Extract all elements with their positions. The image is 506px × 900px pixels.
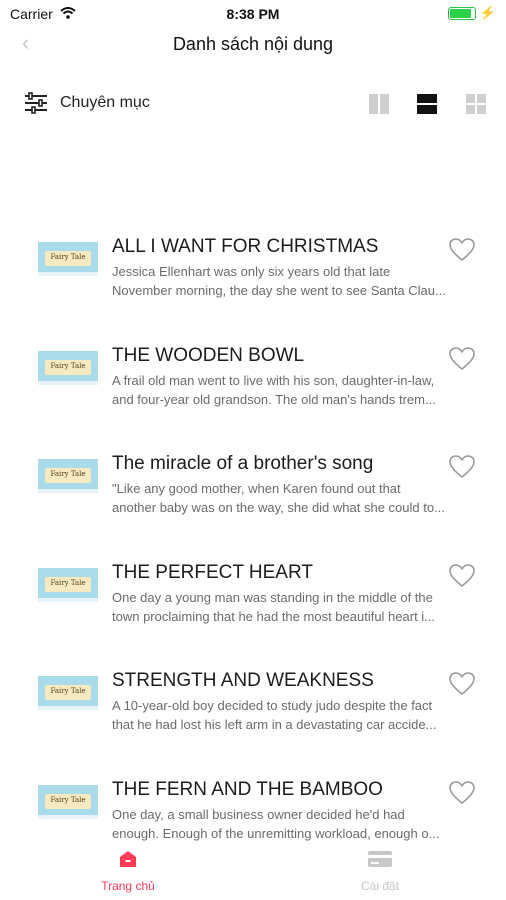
story-excerpt-line1: One day, a small business owner decided … bbox=[112, 806, 405, 822]
favorite-heart-icon[interactable] bbox=[449, 780, 475, 805]
status-bar: Carrier 8:38 PM ⚡ bbox=[0, 0, 506, 28]
story-excerpt-line2: enough. Enough of the unremitting worklo… bbox=[112, 825, 440, 841]
story-title: THE PERFECT HEART bbox=[112, 561, 313, 583]
thumbnail-label: Fairy Tale bbox=[50, 687, 86, 695]
card-icon bbox=[368, 851, 392, 867]
tab-settings[interactable]: Cài đặt bbox=[330, 850, 430, 893]
view-list-icon[interactable] bbox=[416, 93, 438, 115]
story-thumbnail: Fairy Tale bbox=[38, 676, 98, 710]
home-icon bbox=[120, 851, 136, 867]
story-excerpt-line1: A 10-year-old boy decided to study judo … bbox=[112, 698, 433, 713]
story-excerpt-line2: that he had lost his left arm in a devas… bbox=[112, 717, 437, 732]
thumbnail-label: Fairy Tale bbox=[50, 578, 86, 587]
favorite-heart-icon[interactable] bbox=[449, 563, 475, 588]
story-title: THE WOODEN BOWL bbox=[112, 344, 305, 366]
page-title: Danh sách nội dung bbox=[172, 34, 334, 54]
sliders-icon[interactable] bbox=[24, 92, 48, 119]
story-item[interactable]: Fairy Tale ALL I WANT FOR CHRISTMAS Jess… bbox=[0, 230, 506, 339]
view-grid-icon[interactable] bbox=[465, 93, 487, 115]
thumbnail-label: Fairy Tale bbox=[50, 253, 86, 261]
favorite-heart-icon[interactable] bbox=[449, 672, 475, 696]
battery-icon bbox=[448, 7, 476, 20]
favorite-heart-icon[interactable] bbox=[449, 455, 475, 479]
thumbnail-label: Fairy Tale bbox=[50, 361, 86, 370]
story-item[interactable]: Fairy Tale STRENGTH AND WEAKNESS A 10-ye… bbox=[0, 664, 506, 773]
story-item[interactable]: Fairy Tale The miracle of a brother's so… bbox=[0, 447, 506, 556]
story-thumbnail: Fairy Tale bbox=[38, 784, 98, 819]
story-excerpt-line1: Jessica Ellenhart was only six years old… bbox=[112, 264, 391, 279]
favorite-heart-icon[interactable] bbox=[449, 346, 475, 371]
tab-home[interactable]: Trang chủ bbox=[78, 850, 178, 893]
story-excerpt-line1: A frail old man went to live with his so… bbox=[112, 372, 435, 388]
view-columns-icon[interactable] bbox=[368, 93, 390, 115]
story-excerpt-line1: One day a young man was standing in the … bbox=[112, 589, 433, 605]
story-item[interactable]: Fairy Tale THE PERFECT HEART One day a y… bbox=[0, 556, 506, 665]
tab-home-label: Trang chủ bbox=[101, 879, 155, 893]
story-title: ALL I WANT FOR CHRISTMAS bbox=[112, 236, 379, 257]
story-excerpt-line1: "Like any good mother, when Karen found … bbox=[112, 481, 401, 496]
thumbnail-label: Fairy Tale bbox=[50, 470, 86, 478]
tab-bar: Trang chủ Cài đặt bbox=[0, 842, 506, 900]
story-item[interactable]: Fairy Tale THE WOODEN BOWL A frail old m… bbox=[0, 339, 506, 448]
story-excerpt-line2: another baby was on the way, she did wha… bbox=[112, 500, 445, 515]
story-excerpt-line2: town proclaiming that he had the most be… bbox=[112, 608, 436, 624]
story-excerpt-line2: and four-year old grandson. The old man'… bbox=[112, 391, 436, 407]
story-title: The miracle of a brother's song bbox=[112, 453, 374, 474]
category-label[interactable]: Chuyên mục bbox=[60, 94, 150, 112]
thumbnail-label: Fairy Tale bbox=[50, 795, 86, 804]
story-thumbnail: Fairy Tale bbox=[38, 350, 98, 385]
story-excerpt-line2: November morning, the day she went to se… bbox=[112, 283, 446, 298]
favorite-heart-icon[interactable] bbox=[449, 238, 475, 262]
story-title: STRENGTH AND WEAKNESS bbox=[112, 670, 374, 691]
story-thumbnail: Fairy Tale bbox=[38, 567, 98, 602]
story-title: THE FERN AND THE BAMBOO bbox=[112, 778, 383, 800]
charging-icon: ⚡ bbox=[479, 5, 496, 20]
story-list: Fairy Tale ALL I WANT FOR CHRISTMAS Jess… bbox=[0, 230, 506, 881]
nav-bar: ‹ Danh sách nội dung bbox=[0, 28, 506, 62]
tab-settings-label: Cài đặt bbox=[360, 879, 400, 893]
story-thumbnail: Fairy Tale bbox=[38, 242, 98, 276]
story-thumbnail: Fairy Tale bbox=[38, 459, 98, 493]
status-time: 8:38 PM bbox=[226, 6, 280, 22]
filter-bar: Chuyên mục bbox=[0, 86, 506, 122]
